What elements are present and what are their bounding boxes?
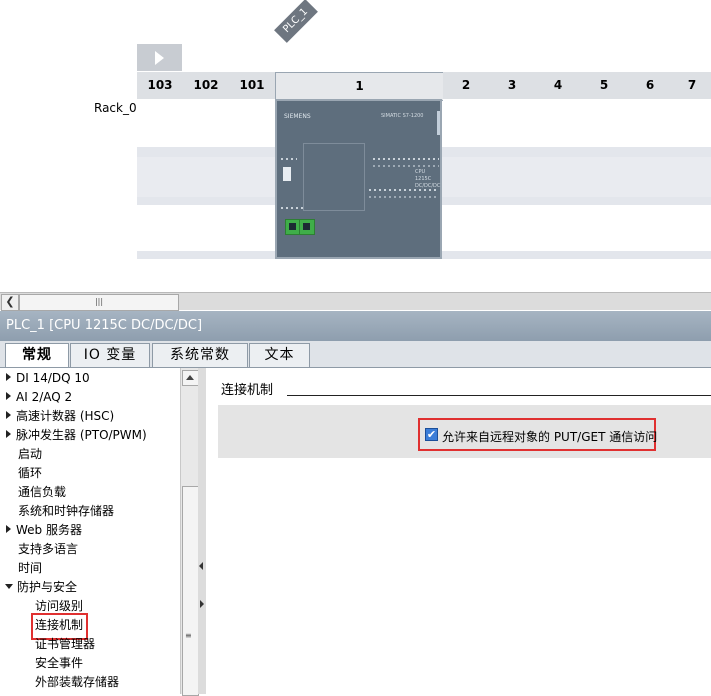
grip-icon: ≡: [185, 631, 192, 640]
nav-item-label: 脉冲发生器 (PTO/PWM): [16, 428, 147, 442]
cpu-module[interactable]: SIEMENS SIMATIC S7-1200 CPU 1215C DC/DC/…: [275, 99, 442, 259]
cpu-model-label: CPU 1215C DC/DC/DC: [415, 169, 440, 190]
nav-item-pulse-generator[interactable]: 脉冲发生器 (PTO/PWM): [0, 426, 147, 445]
ethernet-port-icon[interactable]: [299, 219, 315, 235]
scrollbar-thumb[interactable]: [182, 486, 199, 696]
tab-general[interactable]: 常规: [5, 343, 69, 369]
section-title: 连接机制: [221, 383, 274, 398]
cpu-series: SIMATIC S7-1200: [381, 113, 424, 119]
nav-item-system-clock-memory[interactable]: 系统和时钟存储器: [18, 502, 114, 521]
section-divider: [287, 395, 711, 396]
navigation-tree: DI 14/DQ 10 AI 2/AQ 2 高速计数器 (HSC) 脉冲发生器 …: [0, 368, 180, 694]
nav-item-startup[interactable]: 启动: [18, 445, 42, 464]
scroll-left-icon[interactable]: ❮: [1, 294, 19, 311]
tab-system-constants[interactable]: 系统常数: [152, 343, 248, 367]
cpu-model-line: DC/DC/DC: [415, 183, 441, 189]
arrow-right-icon: [155, 51, 164, 65]
horizontal-scrollbar[interactable]: ❮ |||: [0, 292, 711, 311]
tab-io-tags[interactable]: IO 变量: [70, 343, 150, 367]
slot-header-7[interactable]: 7: [673, 72, 711, 99]
tab-texts[interactable]: 文本: [249, 343, 310, 367]
scrollbar-thumb[interactable]: |||: [19, 294, 179, 311]
scroll-up-icon[interactable]: [182, 370, 199, 386]
expand-arrow-icon[interactable]: [6, 373, 11, 381]
slot-header-4[interactable]: 4: [535, 72, 582, 99]
cpu-light-strip: [437, 111, 440, 135]
properties-tab-strip: 常规 IO 变量 系统常数 文本: [0, 341, 711, 369]
nav-item-label: DI 14/DQ 10: [16, 371, 90, 385]
properties-header: PLC_1 [CPU 1215C DC/DC/DC]: [0, 311, 711, 341]
expand-right-icon[interactable]: [200, 600, 204, 608]
put-get-checkbox[interactable]: ✔: [425, 428, 438, 441]
nav-item-hsc[interactable]: 高速计数器 (HSC): [0, 407, 114, 426]
cpu-model-line: CPU 1215C: [415, 169, 432, 182]
expand-arrow-icon[interactable]: [6, 430, 11, 438]
put-get-checkbox-label[interactable]: 允许来自远程对象的 PUT/GET 通信访问: [442, 428, 657, 445]
expand-arrow-icon[interactable]: [6, 392, 11, 400]
slot-header-1[interactable]: 1: [275, 72, 444, 101]
cpu-brand: SIEMENS: [284, 113, 311, 120]
io-terminal-row: [369, 196, 439, 198]
slot-header-5[interactable]: 5: [581, 72, 628, 99]
device-tag-plc[interactable]: PLC_1: [274, 0, 318, 43]
nav-item-ai-aq[interactable]: AI 2/AQ 2: [0, 388, 72, 407]
nav-item-label: AI 2/AQ 2: [16, 390, 73, 404]
slot-header-6[interactable]: 6: [627, 72, 674, 99]
slot-header-2[interactable]: 2: [443, 72, 490, 99]
io-terminal-row: [373, 165, 439, 167]
nav-item-certificate-manager[interactable]: 证书管理器: [35, 635, 95, 654]
tree-scrollbar[interactable]: ≡: [180, 368, 199, 696]
slot-header-103[interactable]: 103: [137, 72, 184, 99]
nav-item-external-load-memory[interactable]: 外部装载存储器: [35, 673, 119, 692]
slot-header-102[interactable]: 102: [183, 72, 230, 99]
nav-item-communication-load[interactable]: 通信负载: [18, 483, 66, 502]
nav-item-label: 防护与安全: [17, 580, 78, 594]
expand-arrow-icon[interactable]: [6, 411, 11, 419]
nav-item-multilingual[interactable]: 支持多语言: [18, 540, 78, 559]
nav-item-time[interactable]: 时间: [18, 559, 42, 578]
slot-header-101[interactable]: 101: [229, 72, 276, 99]
rack-label: Rack_0: [94, 101, 137, 115]
nav-item-label: Web 服务器: [16, 523, 82, 537]
nav-item-protection-security[interactable]: 防护与安全: [0, 578, 77, 597]
slot-header-3[interactable]: 3: [489, 72, 536, 99]
nav-item-cycle[interactable]: 循环: [18, 464, 42, 483]
cpu-front-panel: [303, 143, 365, 211]
nav-item-di-dq[interactable]: DI 14/DQ 10: [0, 369, 90, 388]
collapse-arrow-icon[interactable]: [5, 584, 13, 589]
collapse-left-icon[interactable]: [199, 562, 203, 570]
put-get-permission-option[interactable]: ✔ 允许来自远程对象的 PUT/GET 通信访问: [418, 418, 657, 451]
io-terminal-row: [281, 158, 297, 160]
expand-arrow-icon[interactable]: [6, 525, 11, 533]
io-terminal-row: [373, 158, 439, 160]
nav-item-security-events[interactable]: 安全事件: [35, 654, 83, 673]
nav-item-web-server[interactable]: Web 服务器: [0, 521, 82, 540]
io-terminal-row: [281, 207, 303, 209]
status-led-icon: [283, 167, 291, 181]
nav-item-label: 高速计数器 (HSC): [16, 409, 115, 423]
panel-splitter[interactable]: [198, 368, 206, 694]
rack-expand-button[interactable]: [137, 44, 182, 71]
